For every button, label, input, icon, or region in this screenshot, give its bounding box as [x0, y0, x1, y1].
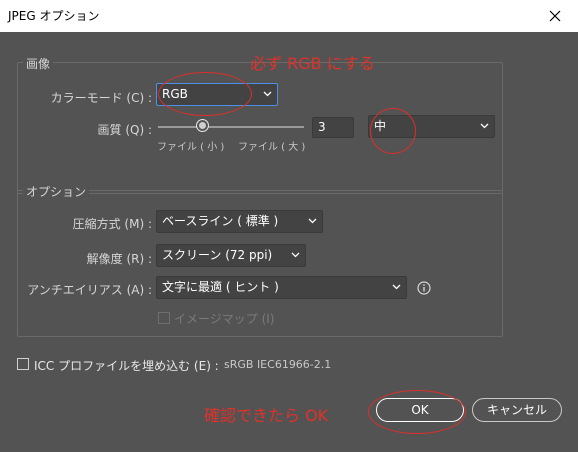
compression-label: 圧縮方式 (M) : — [72, 217, 152, 231]
imagemap-label: イメージマップ (I) — [174, 312, 275, 326]
window-title: JPEG オプション — [8, 9, 100, 23]
resolution-label: 解像度 (R) : — [86, 252, 152, 266]
antialias-value: 文字に最適 ( ヒント ) — [162, 280, 279, 294]
color-mode-label: カラーモード (C) : — [50, 91, 152, 105]
color-mode-select[interactable]: RGB — [156, 83, 278, 106]
antialias-select[interactable]: 文字に最適 ( ヒント ) — [156, 276, 407, 299]
compression-value: ベースライン ( 標準 ) — [162, 214, 279, 228]
chevron-down-icon — [308, 218, 317, 224]
options-group-legend: オプション — [23, 183, 90, 200]
icc-checkbox[interactable] — [17, 358, 29, 370]
chevron-down-icon — [263, 91, 272, 97]
antialias-label: アンチエイリアス (A) : — [27, 283, 152, 297]
chevron-down-icon — [291, 252, 300, 258]
quality-input[interactable]: 3 — [312, 117, 354, 138]
image-group-legend: 画像 — [23, 55, 54, 72]
compression-select[interactable]: ベースライン ( 標準 ) — [156, 210, 323, 233]
quality-preset-value: 中 — [374, 119, 387, 133]
icc-profile: sRGB IEC61966-2.1 — [224, 358, 332, 371]
color-mode-value: RGB — [162, 87, 188, 101]
quality-slider-track[interactable] — [158, 126, 304, 128]
close-icon — [549, 10, 561, 22]
resolution-select[interactable]: スクリーン (72 ppi) — [156, 244, 306, 267]
icc-label: ICC プロファイルを埋め込む (E) : — [34, 359, 219, 373]
dialog-body: 画像 カラーモード (C) : RGB 画質 (Q) : ファイル ( 小 ) … — [0, 32, 578, 452]
ok-button[interactable]: OK — [376, 398, 464, 422]
chevron-down-icon — [480, 123, 489, 129]
slider-max-label: ファイル ( 大 ) — [238, 142, 306, 153]
imagemap-checkbox[interactable] — [158, 312, 170, 324]
ok-annotation: 確認できたら OK — [204, 406, 329, 425]
quality-label: 画質 (Q) : — [97, 123, 152, 137]
slider-min-label: ファイル ( 小 ) — [157, 142, 225, 153]
chevron-down-icon — [392, 284, 401, 290]
info-icon[interactable] — [417, 281, 431, 295]
rgb-annotation: 必ず RGB にする — [250, 54, 375, 73]
quality-preset-select[interactable]: 中 — [368, 115, 495, 138]
quality-slider-thumb[interactable] — [196, 119, 209, 132]
title-bar: JPEG オプション — [0, 0, 578, 32]
close-button[interactable] — [540, 4, 570, 28]
resolution-value: スクリーン (72 ppi) — [162, 248, 273, 262]
cancel-button[interactable]: キャンセル — [472, 398, 562, 422]
